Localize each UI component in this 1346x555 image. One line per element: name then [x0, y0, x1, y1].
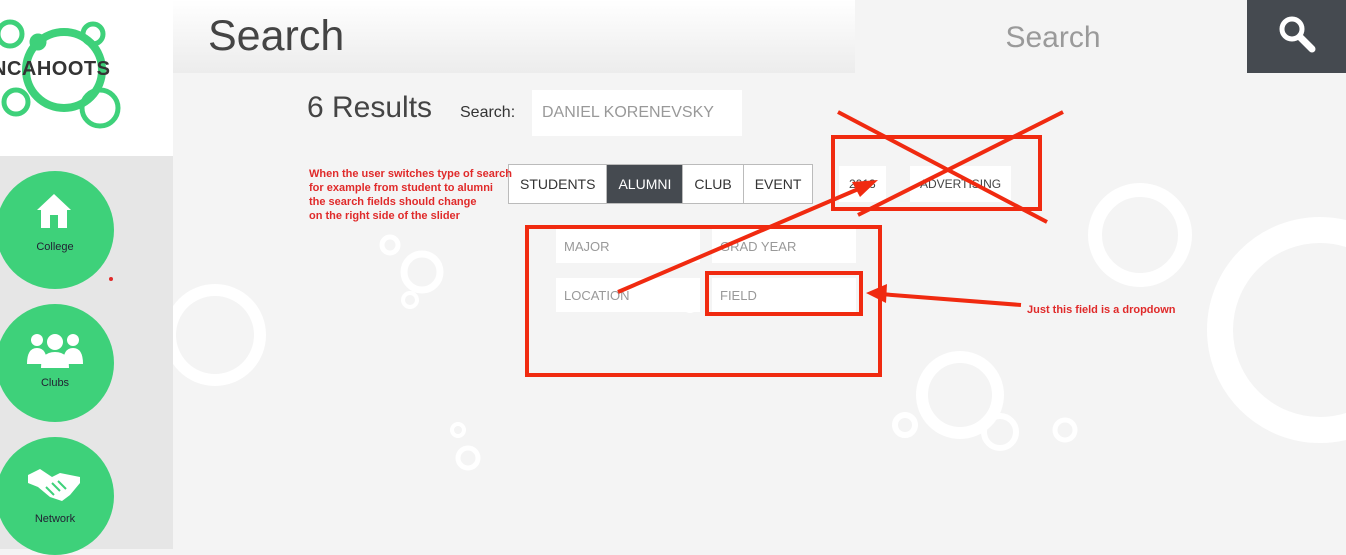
sidebar-item-label: College: [36, 241, 74, 253]
major-field[interactable]: [556, 229, 700, 263]
search-icon: [1279, 16, 1316, 53]
grad-year-field[interactable]: [712, 229, 856, 263]
global-search-input[interactable]: [855, 0, 1251, 75]
sidebar: NCAHOOTS College Clubs Network: [0, 0, 173, 555]
tab-event[interactable]: EVENT: [744, 165, 813, 203]
search-label: Search:: [460, 104, 516, 121]
logo[interactable]: NCAHOOTS: [0, 0, 173, 156]
query-input[interactable]: [532, 90, 742, 136]
sidebar-item-label: Network: [34, 513, 76, 525]
search-type-tabs: STUDENTS ALUMNI CLUB EVENT: [508, 164, 814, 204]
category-filter[interactable]: ADVERTISING: [910, 166, 1012, 202]
notification-dot: [109, 277, 113, 281]
sidebar-item-college[interactable]: College: [0, 171, 114, 289]
home-icon: [37, 194, 71, 228]
handshake-icon: [28, 469, 80, 501]
field-dropdown[interactable]: [712, 278, 856, 312]
tab-club[interactable]: CLUB: [683, 165, 744, 203]
header: Search: [173, 0, 855, 73]
annotation-note-left: When the user switches type of search fo…: [309, 168, 512, 222]
results-count: 6 Results: [307, 91, 433, 124]
background-decoration: [164, 183, 1346, 471]
sidebar-item-network[interactable]: Network: [0, 437, 114, 555]
tab-students[interactable]: STUDENTS: [509, 165, 608, 203]
annotation-note-right: Just this field is a dropdown: [1027, 304, 1176, 316]
people-icon: [27, 334, 83, 368]
logo-text: NCAHOOTS: [0, 58, 111, 80]
location-field[interactable]: [556, 278, 700, 312]
tab-alumni[interactable]: ALUMNI: [607, 165, 684, 203]
page-title: Search: [208, 12, 345, 60]
year-filter[interactable]: 2013: [839, 166, 886, 202]
sidebar-item-clubs[interactable]: Clubs: [0, 304, 114, 422]
sidebar-item-label: Clubs: [40, 377, 70, 389]
search-button[interactable]: [1247, 0, 1346, 73]
